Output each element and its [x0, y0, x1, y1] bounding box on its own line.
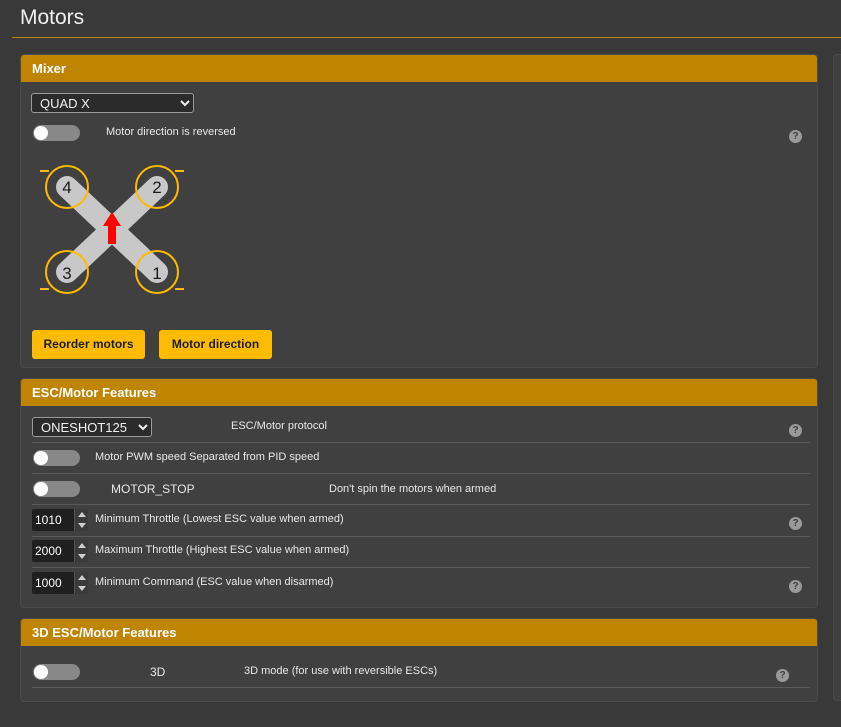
help-icon[interactable]: ? — [789, 130, 802, 143]
3d-desc: 3D mode (for use with reversible ESCs) — [244, 665, 438, 677]
protocol-select[interactable]: ONESHOT125 — [32, 417, 152, 437]
spinner[interactable] — [74, 509, 88, 531]
max-throttle-value: 2000 — [35, 544, 62, 558]
mixer-select[interactable]: QUAD X — [31, 93, 194, 113]
row-divider — [32, 567, 810, 568]
motor-number-4: 4 — [62, 178, 71, 197]
row-divider — [32, 442, 810, 443]
esc3d-panel: 3D ESC/Motor Features 3D 3D mode (for us… — [20, 618, 818, 702]
toggle-knob — [34, 451, 48, 465]
protocol-label: ESC/Motor protocol — [231, 420, 327, 432]
motor-stop-desc: Don't spin the motors when armed — [329, 483, 497, 495]
max-throttle-label: Maximum Throttle (Highest ESC value when… — [95, 544, 350, 556]
esc-panel: ESC/Motor Features ONESHOT125 ESC/Motor … — [20, 378, 818, 608]
motor-stop-label: MOTOR_STOP — [111, 482, 195, 496]
help-icon[interactable]: ? — [776, 669, 789, 682]
motor-number-3: 3 — [62, 264, 71, 283]
page-title: Motors — [20, 6, 85, 29]
row-divider — [32, 536, 810, 537]
esc3d-header: 3D ESC/Motor Features — [21, 619, 817, 646]
row-divider — [32, 473, 810, 474]
spinner[interactable] — [74, 540, 88, 562]
help-icon[interactable]: ? — [789, 424, 802, 437]
esc-header: ESC/Motor Features — [21, 379, 817, 406]
help-icon[interactable]: ? — [789, 580, 802, 593]
3d-label: 3D — [150, 665, 166, 679]
help-icon[interactable]: ? — [789, 517, 802, 530]
reversed-toggle[interactable] — [33, 125, 80, 141]
reorder-motors-button[interactable]: Reorder motors — [32, 330, 145, 359]
min-command-label: Minimum Command (ESC value when disarmed… — [95, 576, 334, 588]
motor-number-1: 1 — [152, 264, 161, 283]
min-command-input[interactable]: 1000 — [32, 572, 88, 594]
max-throttle-input[interactable]: 2000 — [32, 540, 88, 562]
min-throttle-input[interactable]: 1010 — [32, 509, 88, 531]
pwm-label: Motor PWM speed Separated from PID speed — [95, 451, 320, 463]
row-divider — [32, 687, 810, 688]
toggle-knob — [34, 126, 48, 140]
toggle-knob — [34, 482, 48, 496]
motor-stop-toggle[interactable] — [33, 481, 80, 497]
motor-direction-button[interactable]: Motor direction — [159, 330, 272, 359]
min-throttle-value: 1010 — [35, 513, 62, 527]
mixer-panel: Mixer QUAD X Motor direction is reversed… — [20, 54, 818, 368]
row-divider — [32, 504, 810, 505]
mixer-header: Mixer — [21, 55, 817, 82]
3d-toggle[interactable] — [33, 664, 80, 680]
quad-x-diagram: 4 2 3 1 — [40, 165, 184, 294]
side-panel — [833, 54, 841, 701]
toggle-knob — [34, 665, 48, 679]
spinner[interactable] — [74, 572, 88, 594]
min-throttle-label: Minimum Throttle (Lowest ESC value when … — [95, 513, 344, 525]
reversed-label: Motor direction is reversed — [106, 126, 236, 138]
title-divider — [12, 37, 841, 38]
min-command-value: 1000 — [35, 576, 62, 590]
motor-number-2: 2 — [152, 178, 161, 197]
pwm-toggle[interactable] — [33, 450, 80, 466]
